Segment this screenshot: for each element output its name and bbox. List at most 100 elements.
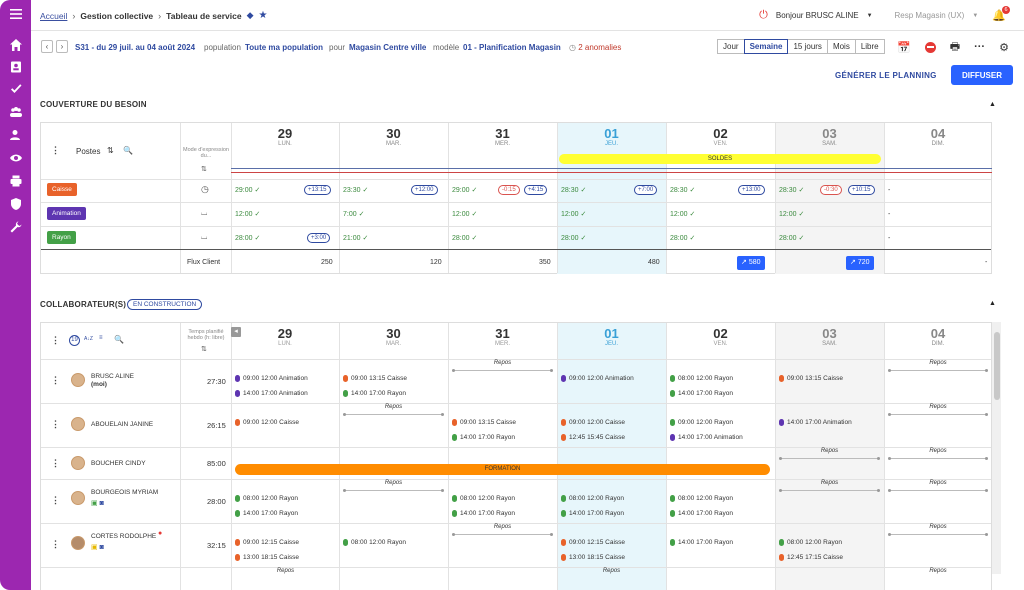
count-icon[interactable]: 19	[69, 335, 80, 346]
user-role[interactable]: Resp Magasin (UX)	[895, 11, 965, 20]
shift[interactable]: 09:00 12:00 Animation	[235, 375, 308, 382]
power-icon[interactable]: ⏻	[759, 9, 768, 22]
star-icon[interactable]: ★	[259, 10, 268, 21]
team-icon[interactable]	[0, 103, 31, 121]
coverage-cell[interactable]: 23:30 ✓	[343, 184, 368, 196]
population-value[interactable]: Toute ma population	[245, 43, 323, 52]
shift[interactable]: 09:00 13:15 Caisse	[343, 375, 407, 382]
home-icon[interactable]	[0, 36, 31, 54]
coverage-cell[interactable]: 29:00 ✓	[452, 184, 477, 196]
next-week-button[interactable]: ›	[56, 40, 68, 53]
shift[interactable]: 14:00 17:00 Rayon	[670, 390, 733, 397]
shift[interactable]: 14:00 17:00 Rayon	[670, 539, 733, 546]
shift[interactable]: 09:00 12:00 Caisse	[235, 419, 299, 426]
coverage-cell[interactable]: 28:30 ✓	[779, 184, 804, 196]
gear-icon[interactable]: ⚙	[999, 41, 1009, 54]
coverage-cell[interactable]: 28:00 ✓	[235, 232, 260, 244]
week-range[interactable]: S31 - du 29 juil. au 04 août 2024	[75, 43, 195, 52]
flux-trend-badge[interactable]: ↗ 580	[737, 256, 765, 270]
soldes-event[interactable]: SOLDES	[559, 154, 881, 164]
formation-event[interactable]: FORMATION	[235, 464, 770, 475]
shift[interactable]: 14:00 17:00 Rayon	[452, 510, 515, 517]
shift[interactable]: 13:00 18:15 Caisse	[235, 554, 299, 561]
shift[interactable]: 09:00 12:00 Animation	[561, 375, 634, 382]
coverage-cell[interactable]: -	[888, 232, 890, 244]
view-libre[interactable]: Libre	[854, 39, 885, 54]
coverage-cell[interactable]: 12:00 ✓	[670, 208, 695, 220]
shift[interactable]: 09:00 12:00 Caisse	[561, 419, 625, 426]
breadcrumb-home[interactable]: Accueil	[40, 11, 67, 21]
poste-animation[interactable]: Animation	[47, 207, 86, 220]
more-icon[interactable]: ···	[974, 41, 985, 53]
collapse-collab-icon[interactable]: ▲	[989, 300, 996, 307]
check-icon[interactable]	[0, 80, 31, 98]
shift[interactable]: 08:00 12:00 Rayon	[670, 375, 733, 382]
shift[interactable]: 09:00 13:15 Caisse	[452, 419, 516, 426]
shift[interactable]: 14:00 17:00 Animation	[235, 390, 308, 397]
wrench-icon[interactable]	[0, 218, 31, 236]
person-name[interactable]: BOURGEOIS MYRIAM	[91, 489, 158, 497]
shift[interactable]: 14:00 17:00 Rayon	[670, 510, 733, 517]
coverage-cell[interactable]: 21:00 ✓	[343, 232, 368, 244]
shift[interactable]: 08:00 12:00 Rayon	[561, 495, 624, 502]
anomalies-link[interactable]: ◷ 2 anomalies	[569, 43, 621, 52]
person-name[interactable]: CORTES RODOLPHE	[91, 533, 156, 541]
shift[interactable]: 08:00 12:00 Rayon	[343, 539, 406, 546]
shift[interactable]: 09:00 12:15 Caisse	[235, 539, 299, 546]
shift[interactable]: 12:45 15:45 Caisse	[561, 434, 625, 441]
kebab-icon[interactable]: ⋮	[51, 495, 60, 506]
shift[interactable]: 14:00 17:00 Rayon	[343, 390, 406, 397]
menu-icon[interactable]	[0, 5, 31, 23]
shift[interactable]: 09:00 12:15 Caisse	[561, 539, 625, 546]
kebab-icon[interactable]: ⋮	[51, 458, 60, 469]
alpha-sort-icon[interactable]: A↓Z	[84, 336, 93, 342]
flux-trend-badge[interactable]: ↗ 720	[846, 256, 874, 270]
shift[interactable]: 14:00 17:00 Animation	[779, 419, 852, 426]
shield-user-icon[interactable]	[0, 195, 31, 213]
kebab-icon[interactable]: ⋮	[51, 145, 60, 156]
collapse-coverage-icon[interactable]: ▲	[989, 101, 996, 108]
shift[interactable]: 08:00 12:00 Rayon	[235, 495, 298, 502]
contacts-icon[interactable]	[0, 58, 31, 76]
kebab-icon[interactable]: ⋮	[51, 419, 60, 430]
poste-caisse[interactable]: Caisse	[47, 183, 77, 196]
shift[interactable]: 09:00 12:00 Rayon	[670, 419, 733, 426]
coverage-cell[interactable]: 28:30 ✓	[561, 184, 586, 196]
shift[interactable]: 09:00 13:15 Caisse	[779, 375, 843, 382]
sort-icon[interactable]: ⇅	[201, 165, 207, 173]
poste-rayon[interactable]: Rayon	[47, 231, 76, 244]
shift[interactable]: 14:00 17:00 Rayon	[561, 510, 624, 517]
kebab-icon[interactable]: ⋮	[51, 375, 60, 386]
sort-icon[interactable]: ⇅	[201, 345, 207, 353]
coverage-cell[interactable]: -	[888, 184, 890, 196]
person-name[interactable]: BRUSC ALINE (moi)	[91, 373, 134, 389]
caret-down-icon[interactable]: ▼	[867, 13, 873, 19]
shift[interactable]: 08:00 12:00 Rayon	[670, 495, 733, 502]
generate-planning-button[interactable]: GÉNÉRER LE PLANNING	[835, 71, 937, 80]
print-icon[interactable]: 🖶	[950, 38, 960, 57]
shift[interactable]: 13:00 18:15 Caisse	[561, 554, 625, 561]
bell-icon[interactable]: 🔔 6	[992, 6, 1010, 22]
calendar-icon[interactable]: 📅	[897, 41, 911, 54]
caret-down-icon[interactable]: ▼	[972, 13, 978, 19]
person-name[interactable]: BOUCHER CINDY	[91, 460, 146, 468]
coverage-cell[interactable]: 12:00 ✓	[779, 208, 804, 220]
view-15-jours[interactable]: 15 jours	[787, 39, 828, 54]
shift[interactable]: 12:45 17:15 Caisse	[779, 554, 843, 561]
shift[interactable]: 14:00 17:00 Rayon	[235, 510, 298, 517]
block-icon[interactable]	[924, 41, 936, 53]
user-greeting[interactable]: Bonjour BRUSC ALINE	[776, 11, 859, 20]
shift[interactable]: 14:00 17:00 Animation	[670, 434, 743, 441]
shift[interactable]: 08:00 12:00 Rayon	[779, 539, 842, 546]
view-jour[interactable]: Jour	[717, 39, 745, 54]
search-icon[interactable]: 🔍	[114, 335, 124, 344]
view-mois[interactable]: Mois	[826, 39, 856, 54]
modele-value[interactable]: 01 - Planification Magasin	[463, 43, 561, 52]
shift[interactable]: 14:00 17:00 Rayon	[452, 434, 515, 441]
breadcrumb-section[interactable]: Gestion collective	[80, 11, 153, 21]
coverage-cell[interactable]: 29:00 ✓	[235, 184, 260, 196]
kebab-icon[interactable]: ⋮	[51, 539, 60, 550]
filter-icon[interactable]: ≡	[99, 335, 103, 341]
coverage-cell[interactable]: -	[888, 208, 890, 220]
pour-value[interactable]: Magasin Centre ville	[349, 43, 426, 52]
